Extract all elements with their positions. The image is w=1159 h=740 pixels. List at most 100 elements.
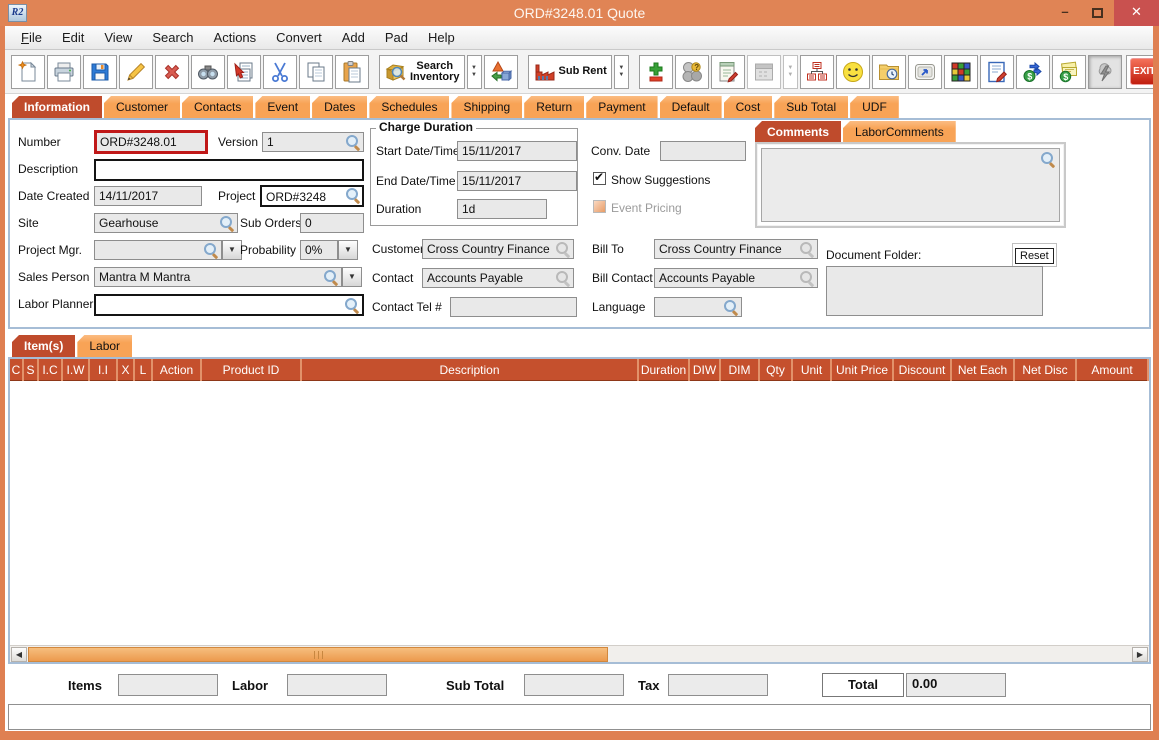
column-header[interactable]: DIM — [721, 359, 760, 381]
tab[interactable]: Shipping — [451, 96, 522, 118]
search-inventory-button[interactable]: SearchInventory — [379, 55, 465, 89]
tab[interactable]: Information — [12, 96, 102, 118]
column-header[interactable]: Discount — [894, 359, 952, 381]
add-remove-items-button[interactable] — [639, 55, 673, 89]
start-date-field[interactable]: 15/11/2017 — [457, 141, 577, 161]
contact-field[interactable]: Accounts Payable — [422, 268, 574, 288]
reset-button[interactable]: Reset — [1015, 248, 1054, 264]
tab[interactable]: Item(s) — [12, 335, 75, 357]
close-button[interactable]: ✕ — [1114, 0, 1159, 26]
search-icon[interactable] — [345, 298, 360, 313]
column-header[interactable]: C — [10, 359, 24, 381]
column-header[interactable]: I.W — [63, 359, 90, 381]
menu-item[interactable]: Actions — [204, 27, 267, 49]
column-header[interactable]: X — [118, 359, 135, 381]
tab[interactable]: Labor — [77, 335, 132, 357]
sub-rent-button[interactable]: Sub Rent — [528, 55, 612, 89]
tab[interactable]: Customer — [104, 96, 180, 118]
menu-item[interactable]: Edit — [52, 27, 94, 49]
tab[interactable]: Comments — [755, 121, 841, 143]
feedback-button[interactable] — [836, 55, 870, 89]
date-created-field[interactable]: 14/11/2017 — [94, 186, 202, 206]
search-icon[interactable] — [1041, 152, 1056, 167]
shortcut-keys-button[interactable] — [908, 55, 942, 89]
column-header[interactable]: L — [135, 359, 153, 381]
tab[interactable]: Schedules — [369, 96, 449, 118]
new-document-button[interactable] — [11, 55, 45, 89]
sales-person-field[interactable]: Mantra M Mantra — [94, 267, 342, 287]
description-field[interactable] — [94, 159, 364, 181]
column-header[interactable]: Unit Price — [832, 359, 894, 381]
menu-item[interactable]: View — [94, 27, 142, 49]
delete-button[interactable] — [155, 55, 189, 89]
convert-button[interactable] — [484, 55, 518, 89]
scroll-left-arrow-icon[interactable]: ◀ — [11, 647, 27, 662]
menu-item[interactable]: Convert — [266, 27, 332, 49]
version-field[interactable]: 1 — [262, 132, 364, 152]
project-mgr-field[interactable] — [94, 240, 222, 260]
project-field[interactable]: ORD#3248 — [260, 185, 364, 207]
availability-button[interactable] — [944, 55, 978, 89]
menu-item[interactable]: Pad — [375, 27, 418, 49]
column-header[interactable]: Description — [302, 359, 639, 381]
probability-dropdown[interactable]: ▼ — [338, 240, 358, 260]
tab[interactable]: Default — [660, 96, 722, 118]
contact-tel-field[interactable] — [450, 297, 577, 317]
tab[interactable]: LaborComments — [843, 121, 956, 143]
horizontal-scrollbar[interactable]: ◀ ▶ — [10, 645, 1149, 662]
menu-item[interactable]: Add — [332, 27, 375, 49]
edit-button[interactable] — [119, 55, 153, 89]
search-icon[interactable] — [220, 216, 235, 231]
tab[interactable]: Return — [524, 96, 584, 118]
project-mgr-dropdown[interactable]: ▼ — [222, 240, 242, 260]
recent-folders-button[interactable] — [872, 55, 906, 89]
billing-button[interactable]: $ — [1052, 55, 1086, 89]
minimize-button[interactable]: – — [1050, 0, 1080, 26]
customer-field[interactable]: Cross Country Finance — [422, 239, 574, 259]
tab[interactable]: Contacts — [182, 96, 253, 118]
tab[interactable]: UDF — [850, 96, 899, 118]
column-header[interactable]: Qty — [760, 359, 793, 381]
exit-button[interactable]: EXIT — [1126, 55, 1153, 89]
tab[interactable]: Payment — [586, 96, 657, 118]
show-suggestions-checkbox[interactable] — [593, 172, 606, 185]
scrollbar-thumb[interactable] — [28, 647, 608, 662]
menu-item[interactable]: Search — [142, 27, 203, 49]
site-field[interactable]: Gearhouse — [94, 213, 238, 233]
tab[interactable]: Event — [255, 96, 310, 118]
probability-field[interactable]: 0% — [300, 240, 338, 260]
paste-button[interactable] — [335, 55, 369, 89]
column-header[interactable]: Net Each — [952, 359, 1015, 381]
copy-to-order-button[interactable] — [227, 55, 261, 89]
copy-button[interactable] — [299, 55, 333, 89]
cut-button[interactable] — [263, 55, 297, 89]
column-header[interactable]: Action — [153, 359, 202, 381]
conv-date-field[interactable] — [660, 141, 746, 161]
save-button[interactable] — [83, 55, 117, 89]
sub-rent-dropdown[interactable]: ▼▼ — [614, 55, 629, 89]
search-icon[interactable] — [346, 135, 361, 150]
column-header[interactable]: S — [24, 359, 39, 381]
duration-field[interactable]: 1d — [457, 199, 547, 219]
column-header[interactable]: I.I — [90, 359, 118, 381]
bill-contact-field[interactable]: Accounts Payable — [654, 268, 818, 288]
column-header[interactable]: Unit — [793, 359, 832, 381]
sub-orders-field[interactable]: 0 — [300, 213, 364, 233]
bill-to-field[interactable]: Cross Country Finance — [654, 239, 818, 259]
tab[interactable]: Dates — [312, 96, 367, 118]
tab[interactable]: Cost — [724, 96, 773, 118]
menu-item[interactable]: File — [11, 27, 52, 49]
column-header[interactable]: Net Disc — [1015, 359, 1077, 381]
edit-notes-button[interactable] — [980, 55, 1014, 89]
search-icon[interactable] — [324, 270, 339, 285]
end-date-field[interactable]: 15/11/2017 — [457, 171, 577, 191]
column-header[interactable]: I.C — [39, 359, 63, 381]
column-header[interactable]: Amount — [1077, 359, 1149, 381]
comments-field[interactable] — [761, 148, 1060, 222]
labor-planner-field[interactable] — [94, 294, 364, 316]
order-structure-button[interactable] — [800, 55, 834, 89]
language-field[interactable] — [654, 297, 742, 317]
search-icon[interactable] — [724, 300, 739, 315]
find-button[interactable] — [191, 55, 225, 89]
search-icon[interactable] — [346, 188, 361, 203]
